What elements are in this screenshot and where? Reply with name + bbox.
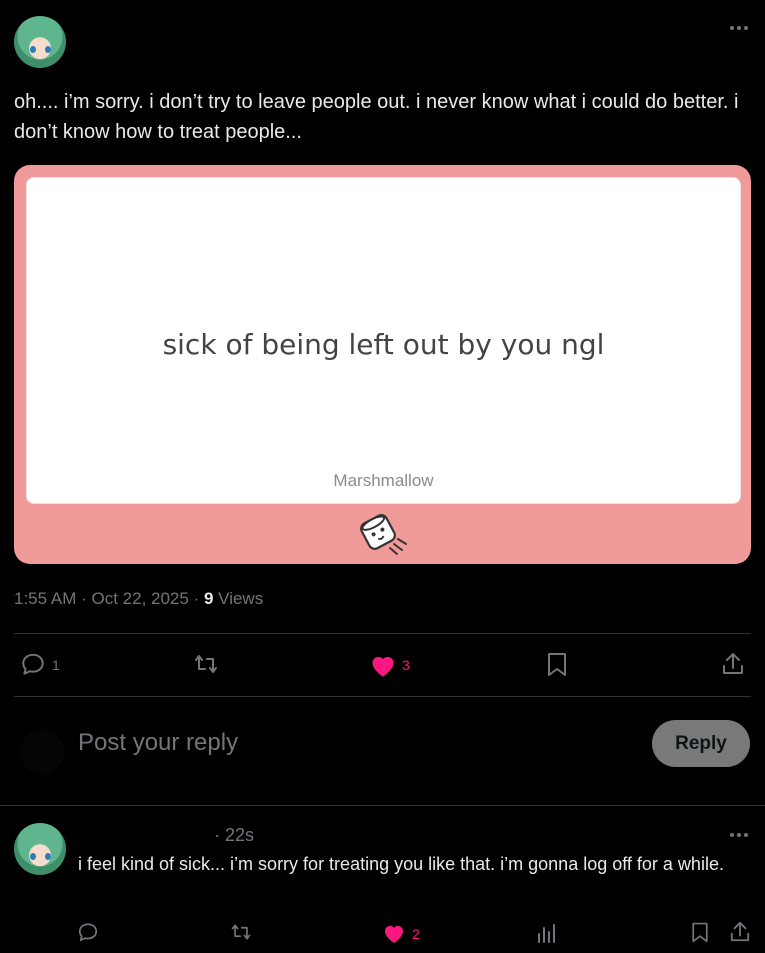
- card-message: sick of being left out by you ngl: [162, 328, 605, 361]
- reply-count: 1: [52, 657, 60, 673]
- analytics-icon[interactable]: [536, 922, 556, 944]
- reply-time[interactable]: · 22s: [214, 825, 254, 846]
- reply-author-avatar[interactable]: [14, 823, 66, 875]
- divider: [0, 805, 765, 806]
- like-count: 3: [402, 657, 410, 673]
- repost-icon[interactable]: [192, 651, 220, 677]
- bookmark-icon[interactable]: [546, 651, 568, 677]
- reply-bookmark-icon[interactable]: [690, 921, 710, 943]
- marshmallow-card[interactable]: sick of being left out by you ngl Marshm…: [14, 165, 751, 564]
- reply-more-options-icon[interactable]: [728, 827, 750, 843]
- share-icon[interactable]: [721, 651, 745, 677]
- card-brand: Marshmallow: [333, 471, 434, 490]
- composer-avatar: [20, 730, 64, 774]
- marshmallow-logo-icon: [354, 510, 410, 558]
- card-message-box: sick of being left out by you ngl Marshm…: [26, 177, 741, 504]
- reply-icon[interactable]: [20, 651, 46, 677]
- post-date[interactable]: Oct 22, 2025: [92, 589, 189, 608]
- reply-share-icon[interactable]: [729, 920, 751, 944]
- views-label: Views: [218, 589, 264, 608]
- reply-like-count: 2: [412, 926, 420, 942]
- post-text: oh.... i’m sorry. i don’t try to leave p…: [14, 91, 739, 143]
- divider: [14, 696, 751, 697]
- author-avatar[interactable]: [14, 16, 66, 68]
- reply-reply-icon[interactable]: [77, 921, 99, 943]
- reply-like-icon[interactable]: [382, 922, 406, 944]
- reply-text: i feel kind of sick... i’m sorry for tre…: [78, 854, 724, 874]
- post-time[interactable]: 1:55 AM: [14, 589, 76, 608]
- more-options-icon[interactable]: [728, 20, 750, 36]
- post-meta: 1:55 AM · Oct 22, 2025 · 9 Views: [14, 589, 264, 608]
- like-icon[interactable]: [369, 652, 397, 678]
- reply-input[interactable]: Post your reply: [78, 729, 238, 757]
- reply-button[interactable]: Reply: [652, 720, 750, 767]
- views-count: 9: [203, 589, 214, 608]
- divider: [14, 633, 751, 634]
- reply-repost-icon[interactable]: [228, 921, 254, 943]
